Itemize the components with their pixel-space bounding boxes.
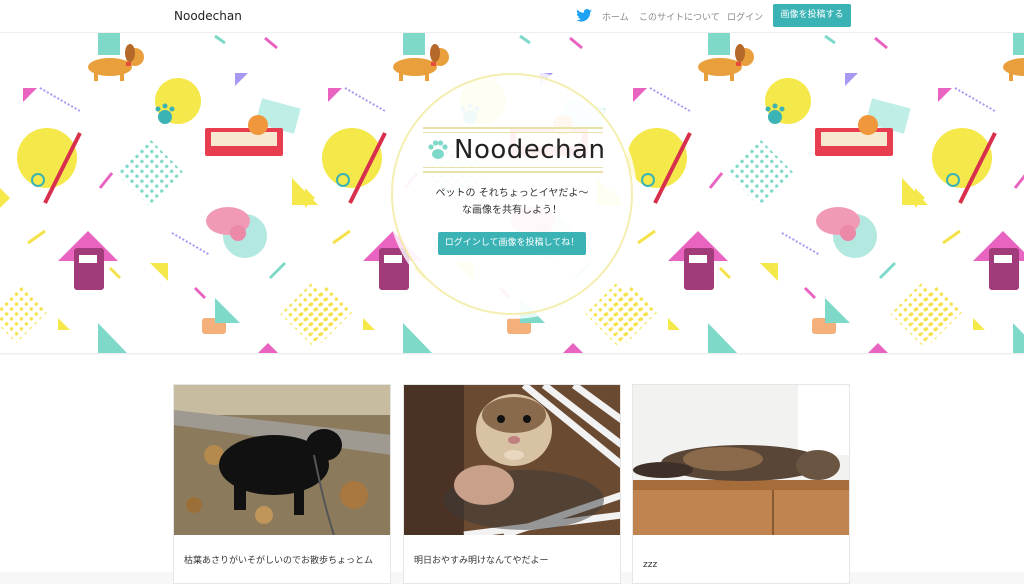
brand-link[interactable]: Noodechan xyxy=(174,9,242,23)
top-navbar: Noodechan ホーム このサイトについて ログイン 画像を投稿する xyxy=(0,0,1024,33)
post-image-button[interactable]: 画像を投稿する xyxy=(773,4,851,27)
nav-home-link[interactable]: ホーム xyxy=(602,10,629,23)
twitter-icon[interactable] xyxy=(576,9,592,22)
post-caption: zzz xyxy=(643,560,658,570)
hero-tagline: ペットの それちょっとイヤだよ〜 な画像を共有しよう！ xyxy=(400,185,624,219)
hero-logo-text: Noodechan xyxy=(454,135,606,165)
hero-banner: Noodechan ペットの それちょっとイヤだよ〜 な画像を共有しよう！ ログ… xyxy=(0,33,1024,354)
nav-login-link[interactable]: ログイン xyxy=(727,10,763,23)
post-caption: 枯葉あさりがいそがしいのでお散歩ちょっとム xyxy=(184,556,374,566)
post-photo-ferret[interactable] xyxy=(404,385,621,535)
paw-icon xyxy=(428,140,448,159)
post-caption: 明日おやすみ明けなんてやだよー xyxy=(414,556,549,566)
post-card[interactable]: 明日おやすみ明けなんてやだよー xyxy=(403,384,621,584)
tagline-line-2: な画像を共有しよう！ xyxy=(462,205,562,216)
post-card[interactable]: 枯葉あさりがいそがしいのでお散歩ちょっとム xyxy=(173,384,391,584)
post-card[interactable]: zzz xyxy=(632,384,850,584)
login-to-post-button[interactable]: ログインして画像を投稿してね！ xyxy=(438,232,586,255)
post-photo-cat[interactable] xyxy=(633,385,850,535)
nav-about-link[interactable]: このサイトについて xyxy=(639,10,720,23)
tagline-line-1: ペットの それちょっとイヤだよ〜 xyxy=(435,188,589,199)
post-photo-dog[interactable] xyxy=(174,385,391,535)
image-grid: 枯葉あさりがいそがしいのでお散歩ちょっとム 明日おやすみ明けなんてやだよー zz… xyxy=(0,355,1024,584)
